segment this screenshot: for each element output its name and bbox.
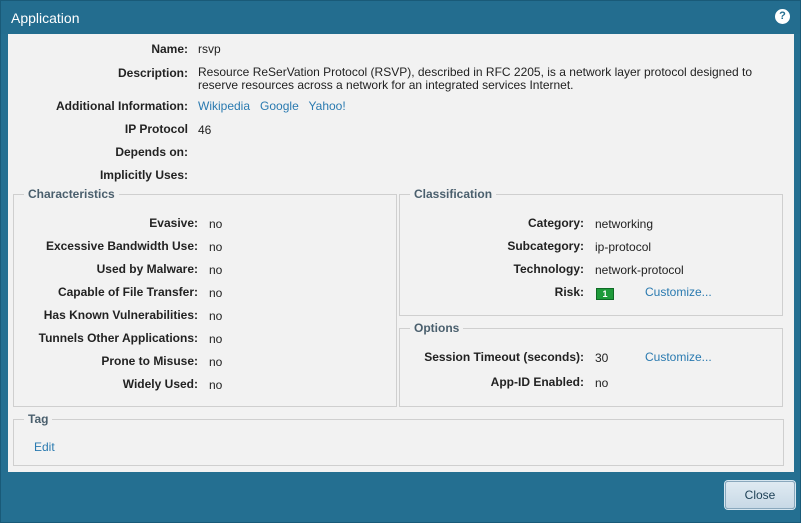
excessive-bandwidth-value: no xyxy=(209,240,223,254)
file-transfer-value: no xyxy=(209,286,223,300)
subcategory-value: ip-protocol xyxy=(595,240,652,254)
evasive-value: no xyxy=(209,217,223,231)
appid-enabled-value: no xyxy=(595,376,609,390)
description-label: Description: xyxy=(117,66,188,80)
additional-info-label: Additional Information: xyxy=(56,99,188,113)
name-label: Name: xyxy=(151,42,188,56)
tag-edit-link[interactable]: Edit xyxy=(34,440,55,454)
excessive-bandwidth-label: Excessive Bandwidth Use: xyxy=(45,239,198,253)
prone-to-misuse-value: no xyxy=(209,355,223,369)
category-value: networking xyxy=(595,217,654,231)
used-by-malware-label: Used by Malware: xyxy=(96,262,198,276)
evasive-label: Evasive: xyxy=(149,216,198,230)
subcategory-label: Subcategory: xyxy=(507,239,584,253)
characteristics-box: Characteristics Evasive: no Excessive Ba… xyxy=(13,187,397,407)
category-label: Category: xyxy=(527,216,584,230)
tunnels-apps-value: no xyxy=(209,332,223,346)
session-timeout-customize-link[interactable]: Customize... xyxy=(645,350,712,364)
tunnels-apps-label: Tunnels Other Applications: xyxy=(38,331,198,345)
risk-customize-link[interactable]: Customize... xyxy=(645,285,712,299)
classification-title: Classification xyxy=(410,187,497,201)
file-transfer-label: Capable of File Transfer: xyxy=(57,285,198,299)
known-vulnerabilities-value: no xyxy=(209,309,223,323)
known-vulnerabilities-label: Has Known Vulnerabilities: xyxy=(43,308,198,322)
appid-enabled-label: App-ID Enabled: xyxy=(490,375,584,389)
depends-on-label: Depends on: xyxy=(115,145,188,159)
name-value: rsvp xyxy=(198,42,221,56)
description-value: Resource ReSerVation Protocol (RSVP), de… xyxy=(198,65,753,92)
dialog-titlebar: Application ? xyxy=(1,1,800,34)
options-title: Options xyxy=(410,321,464,335)
ip-protocol-value: 46 xyxy=(198,123,212,137)
additional-info-links: Wikipedia Google Yahoo! xyxy=(198,99,346,113)
technology-label: Technology: xyxy=(513,262,584,276)
risk-label: Risk: xyxy=(554,285,584,299)
application-dialog: Application ? Name: rsvp Description: Re… xyxy=(0,0,801,523)
risk-badge: 1 xyxy=(596,288,614,300)
classification-box: Classification Category: networking Subc… xyxy=(399,187,783,316)
tag-title: Tag xyxy=(24,412,53,426)
prone-to-misuse-label: Prone to Misuse: xyxy=(101,354,198,368)
implicitly-uses-label: Implicitly Uses: xyxy=(99,168,188,182)
close-button[interactable]: Close xyxy=(725,481,795,509)
tag-box: Tag Edit xyxy=(13,412,784,466)
technology-value: network-protocol xyxy=(595,263,684,277)
wikipedia-link[interactable]: Wikipedia xyxy=(198,99,250,113)
yahoo-link[interactable]: Yahoo! xyxy=(309,99,346,113)
dialog-title: Application xyxy=(11,10,80,26)
dialog-content: Name: rsvp Description: Resource ReSerVa… xyxy=(8,34,794,472)
google-link[interactable]: Google xyxy=(260,99,299,113)
used-by-malware-value: no xyxy=(209,263,223,277)
session-timeout-label: Session Timeout (seconds): xyxy=(424,350,584,364)
widely-used-label: Widely Used: xyxy=(122,377,198,391)
help-icon[interactable]: ? xyxy=(775,9,790,24)
characteristics-title: Characteristics xyxy=(24,187,119,201)
risk-value-container: 1 xyxy=(596,286,614,300)
options-box: Options Session Timeout (seconds): 30 Cu… xyxy=(399,321,783,407)
session-timeout-value: 30 xyxy=(595,351,609,365)
ip-protocol-label: IP Protocol xyxy=(124,122,188,136)
widely-used-value: no xyxy=(209,378,223,392)
